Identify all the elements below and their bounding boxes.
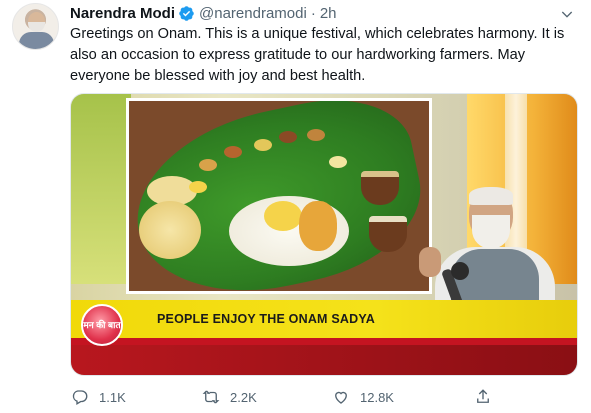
curry-yellow	[264, 201, 302, 231]
tweet-media-image[interactable]: मन की बात PEOPLE ENJOY THE ONAM SADYA	[70, 93, 578, 376]
speaker-hand	[419, 247, 441, 277]
author-handle[interactable]: @narendramodi	[199, 5, 307, 22]
tweet-actions: 1.1K 2.2K 12.8K	[70, 386, 500, 408]
side-dish-6	[329, 156, 347, 168]
separator-dot: ·	[310, 4, 316, 22]
author-name[interactable]: Narendra Modi	[70, 5, 175, 22]
retweet-button[interactable]: 2.2K	[202, 386, 257, 408]
caption-underline	[71, 338, 577, 345]
share-button[interactable]	[474, 386, 502, 408]
avatar-beard	[28, 22, 45, 32]
cup-bottom	[369, 216, 407, 252]
share-icon	[477, 389, 489, 403]
more-options-chevron-icon[interactable]	[559, 6, 575, 22]
microphone-icon	[451, 262, 469, 280]
side-dish-1	[199, 159, 217, 171]
like-button[interactable]: 12.8K	[332, 386, 394, 408]
side-dish-3	[254, 139, 272, 151]
reply-count: 1.1K	[99, 389, 126, 405]
avatar-body	[19, 32, 54, 49]
caption-base	[71, 345, 577, 375]
media-caption: PEOPLE ENJOY THE ONAM SADYA	[157, 312, 375, 326]
side-dish-7	[189, 181, 207, 193]
side-dish-4	[279, 131, 297, 143]
tweet-text: Greetings on Onam. This is a unique fest…	[70, 26, 565, 84]
speaker-beard	[472, 215, 510, 249]
verified-badge-icon	[178, 5, 195, 22]
heart-icon	[335, 391, 347, 404]
avatar[interactable]	[12, 3, 59, 50]
side-dish-2	[224, 146, 242, 158]
tweet[interactable]: Narendra Modi @narendramodi · 2h Greetin…	[0, 0, 591, 413]
onam-sadya-photo	[126, 98, 432, 294]
retweet-count: 2.2K	[230, 389, 257, 405]
curry-orange	[299, 201, 337, 251]
reply-icon	[72, 390, 88, 405]
side-dish-5	[307, 129, 325, 141]
tweet-header: Narendra Modi @narendramodi · 2h	[70, 4, 337, 22]
media-background-left	[71, 94, 131, 284]
retweet-icon	[202, 390, 220, 404]
program-logo-badge: मन की बात	[81, 304, 123, 346]
speaker-hair	[469, 187, 513, 205]
cup-top	[361, 171, 399, 205]
like-count: 12.8K	[360, 389, 394, 405]
reply-button[interactable]: 1.1K	[71, 386, 126, 408]
tweet-timestamp[interactable]: 2h	[320, 5, 337, 22]
papad	[139, 201, 201, 259]
